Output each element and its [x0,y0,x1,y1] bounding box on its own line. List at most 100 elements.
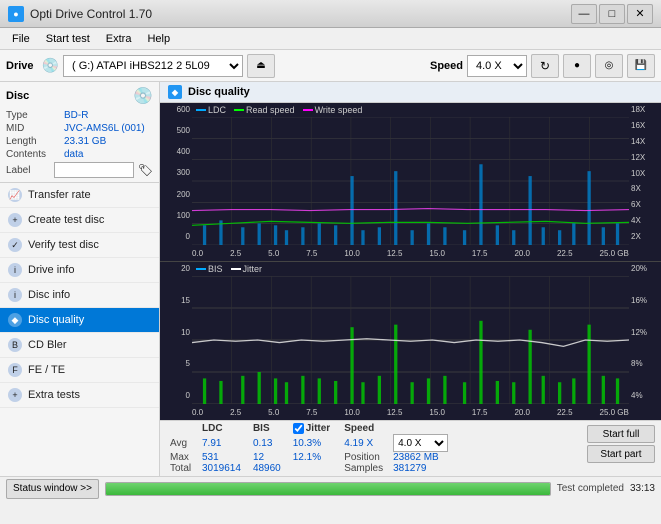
menu-bar: File Start test Extra Help [0,28,661,50]
nav-extra-tests[interactable]: + Extra tests [0,383,159,408]
disc-header-icon: 💿 [133,86,153,106]
close-button[interactable]: ✕ [627,4,653,24]
app-icon: ● [8,6,24,22]
menu-start-test[interactable]: Start test [38,31,98,47]
read-speed-legend-label: Read speed [246,105,295,115]
upper-chart-svg [192,117,629,245]
burn-button[interactable]: ● [563,54,591,78]
length-label: Length [6,136,64,147]
nav-cd-bler[interactable]: B CD Bler [0,333,159,358]
nav-disc-quality-label: Disc quality [28,314,84,326]
nav-fe-te-label: FE / TE [28,364,65,376]
disc-quality-icon: ◆ [8,313,22,327]
status-text: Test completed [557,483,624,494]
nav-drive-info[interactable]: i Drive info [0,258,159,283]
lower-chart-y-right: 20%16%12%8%4% [629,262,661,402]
mid-value: JVC-AMS6L (001) [64,123,145,134]
position-label: Position [336,452,391,463]
nav-verify-test-disc[interactable]: ✓ Verify test disc [0,233,159,258]
charts-area: LDC Read speed Write speed 6005004003002… [160,103,661,420]
window-controls: — □ ✕ [571,4,653,24]
save-button[interactable]: 💾 [627,54,655,78]
avg-bis: 0.13 [247,434,287,452]
max-label: Max [166,452,196,463]
type-label: Type [6,110,64,121]
left-panel: Disc 💿 Type BD-R MID JVC-AMS6L (001) Len… [0,82,160,476]
disc-type-row: Type BD-R [6,110,153,121]
avg-jitter: 10.3% [287,434,336,452]
speed-select[interactable]: 4.0 X [467,55,527,77]
upper-chart-y-left: 6005004003002001000 [160,103,192,243]
nav-transfer-rate[interactable]: 📈 Transfer rate [0,183,159,208]
upper-chart-x-axis: 0.02.55.07.510.012.515.017.520.022.525.0… [192,245,629,261]
nav-disc-info[interactable]: i Disc info [0,283,159,308]
nav-cd-bler-label: CD Bler [28,339,67,351]
speed-select-cell: 4.0 X [391,434,450,452]
total-label: Total [166,463,196,474]
refresh-button[interactable]: ↻ [531,54,559,78]
bis-legend-dot [196,268,206,270]
label-action-icon[interactable]: 🏷 [138,163,153,177]
ldc-legend-label: LDC [208,105,226,115]
status-area: Status window >> Test completed 33:13 [0,476,661,500]
start-part-button[interactable]: Start part [587,445,655,463]
length-value: 23.31 GB [64,136,106,147]
nav-extra-tests-label: Extra tests [28,389,80,401]
jitter-header-label: Jitter [306,423,330,434]
nav-create-test-disc-label: Create test disc [28,214,104,226]
samples-label: Samples [336,463,391,474]
menu-help[interactable]: Help [139,31,178,47]
read-speed-legend-dot [234,109,244,111]
dq-icon: ◆ [168,85,182,99]
disc-quality-header: ◆ Disc quality [160,82,661,103]
lower-chart-x-axis: 0.02.55.07.510.012.515.017.520.022.525.0… [192,404,629,420]
cd-bler-icon: B [8,338,22,352]
jitter-legend-dot [231,268,241,270]
menu-file[interactable]: File [4,31,38,47]
nav-create-test-disc[interactable]: + Create test disc [0,208,159,233]
disc-section: Disc 💿 Type BD-R MID JVC-AMS6L (001) Len… [0,82,159,183]
drive-select[interactable]: ( G:) ATAPI iHBS212 2 5L09 [63,55,243,77]
drive-label: Drive [6,60,34,72]
max-ldc: 531 [196,452,247,463]
menu-extra[interactable]: Extra [98,31,140,47]
maximize-button[interactable]: □ [599,4,625,24]
lower-chart-legend: BIS Jitter [196,264,262,274]
main-layout: Disc 💿 Type BD-R MID JVC-AMS6L (001) Len… [0,82,661,476]
mid-label: MID [6,123,64,134]
nav-fe-te[interactable]: F FE / TE [0,358,159,383]
dq-title: Disc quality [188,86,250,98]
bis-legend-label: BIS [208,264,223,274]
disc-label-row: Label 🏷 [6,162,153,178]
position-val: 23862 MB [391,452,450,463]
disc-info-icon: i [8,288,22,302]
lower-chart-y-left: 20151050 [160,262,192,402]
jitter-checkbox[interactable] [293,423,304,434]
jitter-legend: Jitter [231,264,263,274]
total-bis: 48960 [247,463,287,474]
minimize-button[interactable]: — [571,4,597,24]
transfer-rate-icon: 📈 [8,188,22,202]
eject-button[interactable]: ⏏ [247,54,275,78]
samples-val: 381279 [391,463,450,474]
avg-ldc: 7.91 [196,434,247,452]
status-window-button[interactable]: Status window >> [6,479,99,499]
type-value: BD-R [64,110,88,121]
start-full-button[interactable]: Start full [587,425,655,443]
max-bis: 12 [247,452,287,463]
fe-te-icon: F [8,363,22,377]
contents-label: Contents [6,149,64,160]
stats-table: LDC BIS Jitter Speed Avg 7.91 0.13 10.3% [166,423,450,474]
progress-bar-fill [106,483,550,495]
speed-stats-select[interactable]: 4.0 X [393,434,448,452]
scan-button[interactable]: ◎ [595,54,623,78]
total-ldc: 3019614 [196,463,247,474]
nav-disc-quality[interactable]: ◆ Disc quality [0,308,159,333]
stats-avg-row: Avg 7.91 0.13 10.3% 4.19 X 4.0 X [166,434,450,452]
app-title: Opti Drive Control 1.70 [30,7,152,21]
create-test-disc-icon: + [8,213,22,227]
label-input[interactable] [54,162,134,178]
jitter-legend-label: Jitter [243,264,263,274]
drive-select-container: 💿 ( G:) ATAPI iHBS212 2 5L09 ⏏ [42,54,418,78]
read-speed-legend: Read speed [234,105,295,115]
